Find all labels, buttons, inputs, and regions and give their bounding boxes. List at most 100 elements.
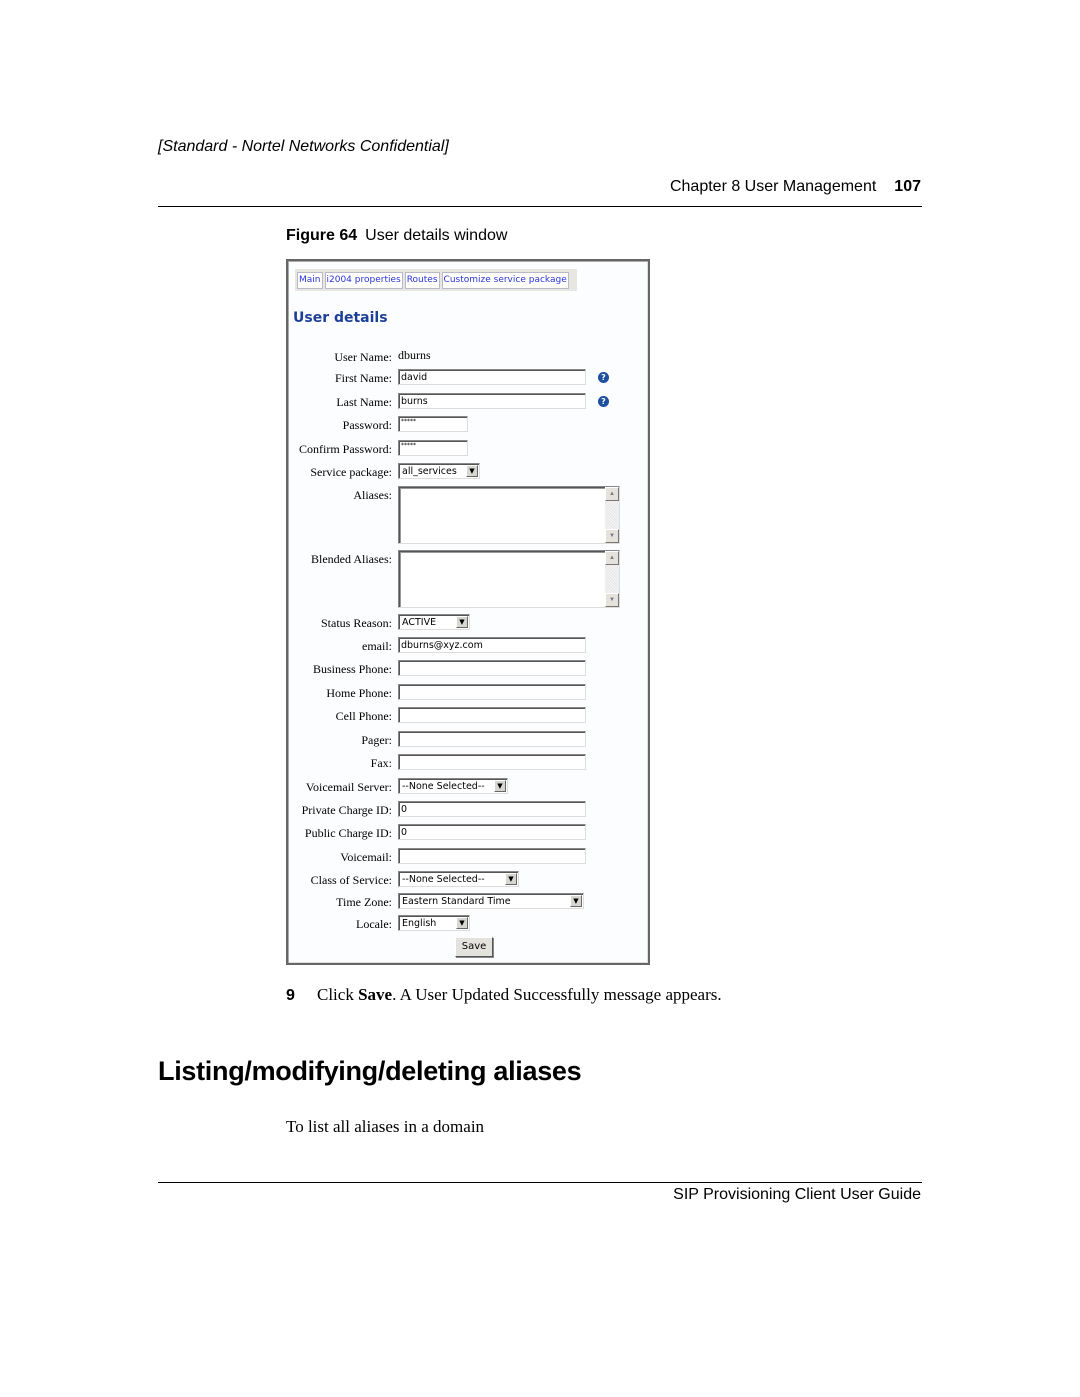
locale-select[interactable]: English ▼ (398, 915, 470, 931)
locale-label: Locale: (356, 917, 392, 931)
last-name-input[interactable]: burns (398, 393, 586, 409)
business-phone-label: Business Phone: (312, 662, 392, 676)
blended-aliases-label: Blended Aliases: (311, 552, 392, 566)
step-text-pre: Click (317, 985, 359, 1004)
chevron-down-icon: ▼ (456, 917, 468, 929)
tab-main[interactable]: Main (297, 271, 323, 289)
chevron-down-icon: ▼ (456, 616, 468, 628)
first-name-row: First Name: david ? (288, 369, 644, 389)
service-package-label: Service package: (310, 465, 392, 479)
status-reason-value: ACTIVE (402, 617, 437, 628)
private-charge-id-row: Private Charge ID: 0 (288, 801, 644, 821)
private-charge-id-label: Private Charge ID: (301, 803, 392, 817)
class-of-service-label: Class of Service: (310, 873, 392, 887)
private-charge-id-input[interactable]: 0 (398, 801, 586, 817)
scroll-down-icon[interactable]: ▼ (605, 593, 619, 607)
aliases-row: Aliases: ▲ ▼ (288, 486, 644, 544)
user-name-row: User Name: dburns (288, 348, 644, 368)
scroll-up-icon[interactable]: ▲ (605, 551, 619, 565)
fax-label: Fax: (370, 756, 392, 770)
email-row: email: dburns@xyz.com (288, 637, 644, 657)
confirm-password-label: Confirm Password: (299, 442, 392, 456)
time-zone-select[interactable]: Eastern Standard Time ▼ (398, 893, 584, 909)
pager-row: Pager: (288, 731, 644, 751)
business-phone-input[interactable] (398, 660, 586, 676)
tab-customize-service-package[interactable]: Customize service package (441, 271, 569, 289)
voicemail-server-select[interactable]: --None Selected-- ▼ (398, 778, 508, 794)
cell-phone-input[interactable] (398, 707, 586, 723)
blended-aliases-row: Blended Aliases: ▲ ▼ (288, 550, 644, 608)
voicemail-server-label: Voicemail Server: (305, 780, 392, 794)
business-phone-row: Business Phone: (288, 660, 644, 680)
home-phone-row: Home Phone: (288, 684, 644, 704)
step-text-post: . A User Updated Successfully message ap… (392, 985, 722, 1004)
service-package-row: Service package: all_services ▼ (288, 463, 644, 483)
user-details-window: Main i2004 properties Routes Customize s… (286, 259, 650, 965)
time-zone-label: Time Zone: (336, 895, 392, 909)
public-charge-id-input[interactable]: 0 (398, 824, 586, 840)
help-icon[interactable]: ? (598, 396, 609, 407)
user-name-label: User Name: (334, 350, 392, 364)
status-reason-label: Status Reason: (321, 616, 392, 630)
first-name-input[interactable]: david (398, 369, 586, 385)
time-zone-row: Time Zone: Eastern Standard Time ▼ (288, 893, 644, 913)
footer-title: SIP Provisioning Client User Guide (673, 1186, 921, 1203)
status-reason-select[interactable]: ACTIVE ▼ (398, 614, 470, 630)
password-input[interactable]: ***** (398, 416, 468, 432)
user-name-value: dburns (398, 348, 431, 362)
fax-row: Fax: (288, 754, 644, 774)
page-number: 107 (894, 178, 921, 195)
service-package-select[interactable]: all_services ▼ (398, 463, 480, 479)
pager-input[interactable] (398, 731, 586, 747)
chevron-down-icon: ▼ (466, 465, 478, 477)
fax-input[interactable] (398, 754, 586, 770)
chevron-down-icon: ▼ (494, 780, 506, 792)
chapter-header: Chapter 8 User Management 107 (670, 178, 921, 196)
chevron-down-icon: ▼ (570, 895, 582, 907)
step-number: 9 (286, 987, 295, 1004)
tab-i2004-properties[interactable]: i2004 properties (324, 271, 403, 289)
scroll-up-icon[interactable]: ▲ (605, 487, 619, 501)
step-instruction: 9 Click Save. A User Updated Successfully… (286, 985, 722, 1005)
cell-phone-row: Cell Phone: (288, 707, 644, 727)
figure-label: Figure 64 (286, 227, 358, 244)
voicemail-server-value: --None Selected-- (402, 781, 485, 792)
chevron-down-icon: ▼ (505, 873, 517, 885)
header-divider (158, 206, 922, 207)
aliases-label: Aliases: (353, 488, 392, 502)
status-reason-row: Status Reason: ACTIVE ▼ (288, 614, 644, 634)
blended-aliases-textarea[interactable]: ▲ ▼ (398, 550, 620, 608)
step-text-bold: Save (358, 985, 393, 1004)
tab-bar: Main i2004 properties Routes Customize s… (295, 269, 577, 291)
save-button[interactable]: Save (455, 937, 493, 957)
class-of-service-select[interactable]: --None Selected-- ▼ (398, 871, 519, 887)
confirm-password-row: Confirm Password: ***** (288, 440, 644, 460)
first-name-label: First Name: (335, 371, 392, 385)
email-input[interactable]: dburns@xyz.com (398, 637, 586, 653)
last-name-label: Last Name: (336, 395, 392, 409)
confirm-password-input[interactable]: ***** (398, 440, 468, 456)
time-zone-value: Eastern Standard Time (402, 896, 511, 907)
password-label: Password: (342, 418, 392, 432)
help-icon[interactable]: ? (598, 372, 609, 383)
public-charge-id-row: Public Charge ID: 0 (288, 824, 644, 844)
public-charge-id-label: Public Charge ID: (304, 826, 392, 840)
password-row: Password: ***** (288, 416, 644, 436)
figure-caption: Figure 64 User details window (286, 227, 507, 245)
home-phone-input[interactable] (398, 684, 586, 700)
locale-row: Locale: English ▼ (288, 915, 644, 935)
body-text: To list all aliases in a domain (286, 1117, 485, 1136)
last-name-row: Last Name: burns ? (288, 393, 644, 413)
class-of-service-value: --None Selected-- (402, 874, 485, 885)
service-package-value: all_services (402, 466, 457, 477)
pager-label: Pager: (361, 733, 392, 747)
aliases-textarea[interactable]: ▲ ▼ (398, 486, 620, 544)
user-details-title: User details (293, 310, 388, 326)
class-of-service-row: Class of Service: --None Selected-- ▼ (288, 871, 644, 891)
tab-routes[interactable]: Routes (404, 271, 440, 289)
figure-title: User details window (365, 227, 508, 244)
section-heading: Listing/modifying/deleting aliases (158, 1056, 582, 1086)
voicemail-input[interactable] (398, 848, 586, 864)
scroll-down-icon[interactable]: ▼ (605, 529, 619, 543)
home-phone-label: Home Phone: (326, 686, 392, 700)
